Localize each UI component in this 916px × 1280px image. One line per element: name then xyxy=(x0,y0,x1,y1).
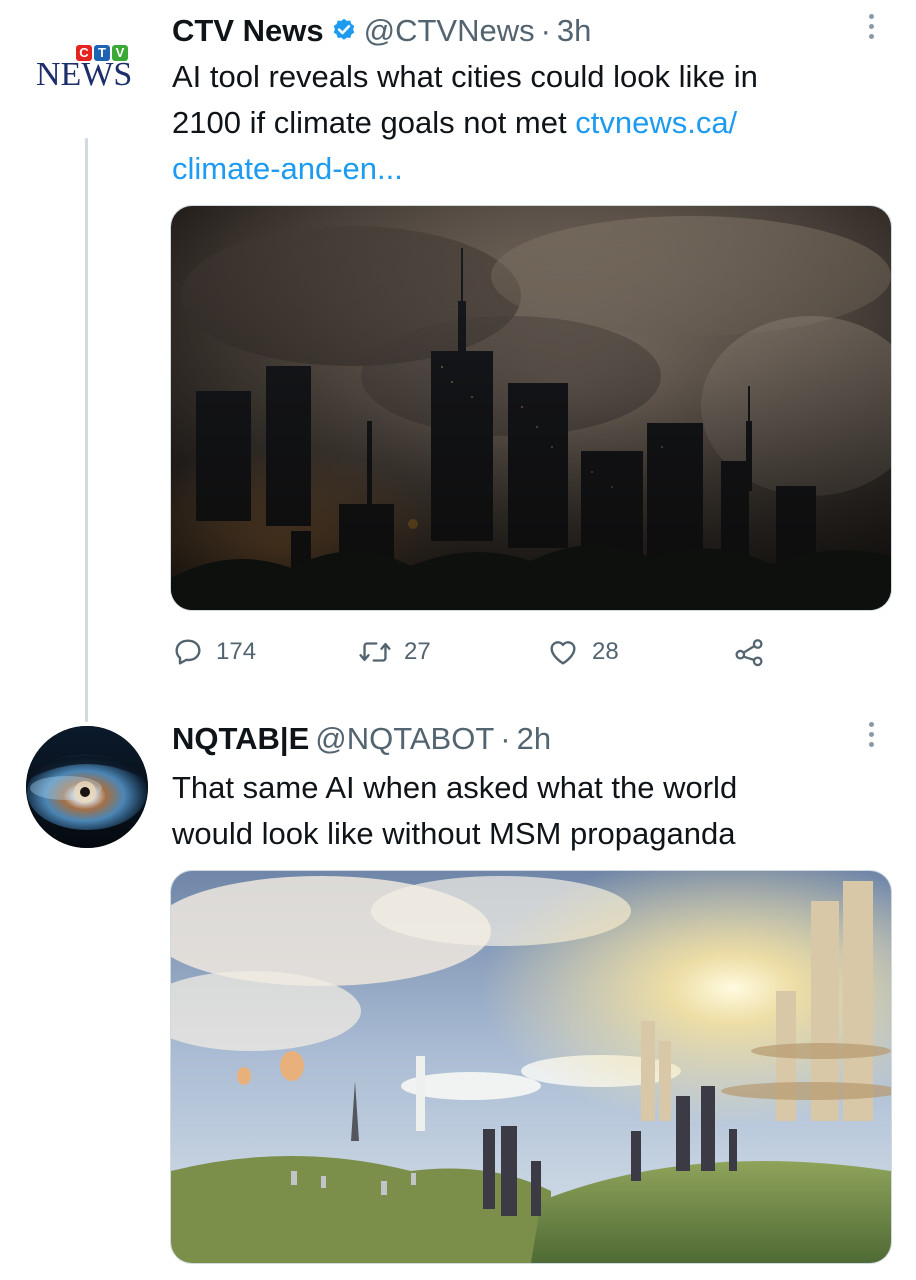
retweet-button[interactable]: 27 xyxy=(358,636,431,668)
tweet1-header: CTV News @CTVNews · 3h xyxy=(172,10,591,52)
tweet2-header: NQTAB|E @NQTABOT · 2h xyxy=(172,718,551,760)
tweet1-handle[interactable]: @CTVNews xyxy=(364,10,535,52)
reply-button[interactable]: 174 xyxy=(172,636,256,668)
tweet2-text-line2: would look like without MSM propaganda xyxy=(172,816,736,851)
like-count: 28 xyxy=(592,638,619,665)
tweet1-text-line2: 2100 if climate goals not met ctvnews.ca… xyxy=(172,100,892,146)
tweet2-timestamp[interactable]: 2h xyxy=(517,718,551,760)
ctv-logo-news-word: NEWS xyxy=(36,56,133,93)
tweet1-text-line2-plain: 2100 if climate goals not met xyxy=(172,105,576,140)
like-button[interactable]: 28 xyxy=(546,636,619,668)
smoky-city-skyline-image xyxy=(171,206,891,610)
tweet1-text-line1: AI tool reveals what cities could look l… xyxy=(172,59,758,94)
reply-count: 174 xyxy=(216,638,257,665)
tweet1-action-bar: 174 27 28 xyxy=(172,636,792,676)
tweet2-display-name[interactable]: NQTAB|E xyxy=(172,718,309,760)
ctv-news-avatar[interactable]: C T V NEWS xyxy=(26,40,146,100)
share-button[interactable] xyxy=(732,636,766,668)
tweet2-handle[interactable]: @NQTABOT xyxy=(315,718,494,760)
verified-badge-icon xyxy=(333,18,354,40)
reply-icon xyxy=(175,639,201,665)
tweet1-link-part1[interactable]: ctvnews.ca/ xyxy=(575,105,737,140)
tweet1-image[interactable] xyxy=(170,205,892,611)
tweet1-more-options-icon[interactable] xyxy=(866,14,876,39)
tweet2-more-options-icon[interactable] xyxy=(866,722,876,747)
share-icon xyxy=(735,639,763,667)
heart-icon xyxy=(550,641,576,665)
tweet2-text: That same AI when asked what the world w… xyxy=(172,765,892,857)
tweet2-text-line1: That same AI when asked what the world xyxy=(172,770,738,805)
tweet1-separator: · xyxy=(540,13,551,48)
utopian-city-image xyxy=(171,871,891,1263)
tweet2-separator: · xyxy=(500,721,511,756)
tweet1-text: AI tool reveals what cities could look l… xyxy=(172,54,892,192)
retweet-icon xyxy=(359,642,391,662)
eye-avatar-icon xyxy=(26,726,148,848)
nqtabot-avatar[interactable] xyxy=(26,726,148,848)
tweet1-timestamp[interactable]: 3h xyxy=(557,10,591,52)
thread-connector-line xyxy=(85,138,88,722)
retweet-count: 27 xyxy=(404,638,431,665)
tweet1-display-name[interactable]: CTV News xyxy=(172,10,324,52)
tweet2-image[interactable] xyxy=(170,870,892,1264)
tweet1-link-part2[interactable]: climate-and-en... xyxy=(172,146,892,192)
